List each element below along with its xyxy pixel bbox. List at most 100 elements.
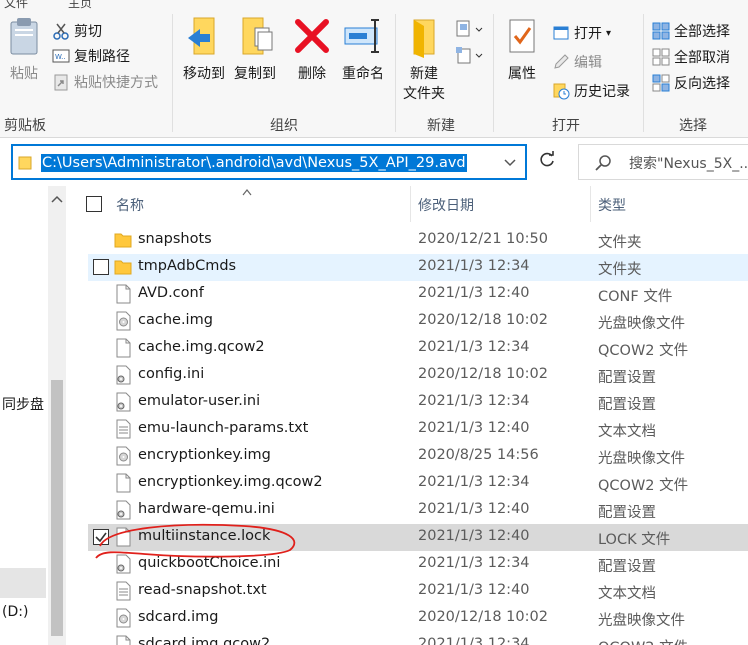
- file-name: emu-launch-params.txt: [138, 420, 309, 436]
- copy-to-button[interactable]: 复制到: [231, 14, 279, 84]
- paste-shortcut-icon: [52, 73, 70, 91]
- file-row[interactable]: sdcard.img.qcow2 2021/1/3 12:34 QCOW2 文件: [88, 632, 748, 645]
- file-type: LOCK 文件: [598, 532, 671, 548]
- refresh-icon[interactable]: [537, 150, 557, 170]
- file-row[interactable]: quickbootChoice.ini 2021/1/3 12:34 配置设置: [88, 551, 748, 578]
- column-name[interactable]: 名称: [116, 195, 144, 215]
- move-to-button[interactable]: 移动到: [180, 14, 228, 84]
- file-row[interactable]: cache.img.qcow2 2021/1/3 12:34 QCOW2 文件: [88, 335, 748, 362]
- file-row[interactable]: encryptionkey.img 2020/8/25 14:56 光盘映像文件: [88, 443, 748, 470]
- edit-button[interactable]: 编辑: [552, 51, 602, 73]
- nav-item-sync[interactable]: 同步盘: [2, 394, 44, 414]
- column-date[interactable]: 修改日期: [418, 195, 474, 215]
- file-row[interactable]: multiinstance.lock 2021/1/3 12:40 LOCK 文件: [88, 524, 748, 551]
- column-type[interactable]: 类型: [598, 195, 626, 215]
- file-date: 2021/1/3 12:34: [418, 339, 530, 355]
- file-type: 配置设置: [598, 559, 656, 575]
- file-row[interactable]: encryptionkey.img.qcow2 2021/1/3 12:34 QCO…: [88, 470, 748, 497]
- file-row[interactable]: cache.img 2020/12/18 10:02 光盘映像文件: [88, 308, 748, 335]
- file-type: 光盘映像文件: [598, 316, 685, 332]
- select-all-checkbox[interactable]: [86, 196, 102, 212]
- file-date: 2021/1/3 12:34: [418, 474, 530, 490]
- paste-button[interactable]: 粘贴: [4, 14, 44, 84]
- column-divider[interactable]: [410, 186, 411, 222]
- blank-file-icon: [114, 473, 132, 493]
- file-name: encryptionkey.img: [138, 447, 271, 463]
- properties-check-icon: [502, 14, 542, 58]
- file-date: 2020/12/21 10:50: [418, 231, 548, 247]
- group-separator: [643, 14, 644, 132]
- file-name: cache.img.qcow2: [138, 339, 265, 355]
- file-type: QCOW2 文件: [598, 343, 689, 359]
- file-row[interactable]: emulator-user.ini 2021/1/3 12:34 配置设置: [88, 389, 748, 416]
- file-row[interactable]: snapshots 2020/12/21 10:50 文件夹: [88, 227, 748, 254]
- file-date: 2021/1/3 12:34: [418, 258, 530, 274]
- file-row[interactable]: hardware-qemu.ini 2021/1/3 12:40 配置设置: [88, 497, 748, 524]
- invert-selection-button[interactable]: 反向选择: [652, 72, 730, 94]
- new-folder-label-line1: 新建: [410, 66, 438, 82]
- copy-to-label: 复制到: [234, 66, 276, 82]
- delete-button[interactable]: 删除: [294, 14, 330, 84]
- history-icon: [552, 82, 570, 100]
- open-dropdown-icon: ▾: [606, 27, 612, 39]
- file-row[interactable]: read-snapshot.txt 2021/1/3 12:40 文本文档: [88, 578, 748, 605]
- nav-selected-item[interactable]: [0, 568, 46, 598]
- open-icon: [552, 24, 570, 42]
- row-checkbox[interactable]: [93, 259, 109, 275]
- file-row[interactable]: tmpAdbCmds 2021/1/3 12:34 文件夹: [88, 254, 748, 281]
- clipboard-group-label: 剪贴板: [4, 118, 46, 134]
- select-all-button[interactable]: 全部选择: [652, 20, 730, 42]
- folder-icon: [114, 257, 132, 277]
- file-row[interactable]: sdcard.img 2020/12/18 10:02 光盘映像文件: [88, 605, 748, 632]
- address-path[interactable]: C:\Users\Administrator\.android\avd\Nexu…: [41, 154, 467, 172]
- file-name: sdcard.img: [138, 609, 219, 625]
- paste-shortcut-button[interactable]: 粘贴快捷方式: [52, 71, 158, 93]
- move-to-label: 移动到: [183, 66, 225, 82]
- file-date: 2020/12/18 10:02: [418, 366, 548, 382]
- file-date: 2020/12/18 10:02: [418, 312, 548, 328]
- copy-path-button[interactable]: W.. 复制路径: [52, 45, 130, 67]
- folder-icon: [114, 230, 132, 250]
- open-button[interactable]: 打开 ▾: [552, 22, 611, 44]
- address-bar[interactable]: C:\Users\Administrator\.android\avd\Nexu…: [11, 144, 527, 180]
- properties-button[interactable]: 属性: [502, 14, 542, 84]
- select-none-button[interactable]: 全部取消: [652, 46, 730, 68]
- tab-file[interactable]: 文件: [4, 0, 28, 11]
- open-label: 打开: [574, 26, 602, 42]
- history-button[interactable]: 历史记录: [552, 80, 630, 102]
- new-folder-button[interactable]: 新建 文件夹: [401, 14, 447, 104]
- file-name: read-snapshot.txt: [138, 582, 267, 598]
- file-row[interactable]: emu-launch-params.txt 2021/1/3 12:40 文本文档: [88, 416, 748, 443]
- nav-item-drive-d[interactable]: (D:): [2, 604, 28, 620]
- file-type: 配置设置: [598, 505, 656, 521]
- row-checkbox[interactable]: [93, 529, 109, 545]
- file-name: snapshots: [138, 231, 212, 247]
- file-type: 光盘映像文件: [598, 451, 685, 467]
- delete-x-icon: [292, 14, 332, 58]
- rename-button[interactable]: 重命名: [339, 14, 387, 84]
- folder-icon: [18, 154, 32, 170]
- tab-home[interactable]: 主页: [68, 0, 92, 11]
- cut-button[interactable]: 剪切: [52, 20, 102, 42]
- nav-scroll-thumb[interactable]: [51, 380, 63, 636]
- chevron-down-icon[interactable]: [503, 155, 517, 169]
- file-row[interactable]: AVD.conf 2021/1/3 12:40 CONF 文件: [88, 281, 748, 308]
- select-all-label: 全部选择: [674, 24, 730, 40]
- file-date: 2021/1/3 12:40: [418, 582, 530, 598]
- file-type: 文本文档: [598, 424, 656, 440]
- column-divider[interactable]: [590, 186, 591, 222]
- scroll-up-icon[interactable]: [51, 192, 63, 203]
- easy-access-icon[interactable]: [455, 46, 483, 64]
- file-type: 配置设置: [598, 397, 656, 413]
- file-type: 配置设置: [598, 370, 656, 386]
- delete-label: 删除: [298, 66, 326, 82]
- group-separator: [172, 14, 173, 132]
- cut-label: 剪切: [74, 24, 102, 40]
- file-row[interactable]: config.ini 2020/12/18 10:02 配置设置: [88, 362, 748, 389]
- nav-scrollbar[interactable]: [48, 186, 66, 645]
- file-name: multiinstance.lock: [138, 528, 271, 544]
- new-item-icon[interactable]: [455, 20, 483, 38]
- clipboard-icon: [4, 14, 44, 58]
- search-input[interactable]: 搜索"Nexus_5X_...: [578, 144, 748, 180]
- settings-file-icon: [114, 365, 132, 385]
